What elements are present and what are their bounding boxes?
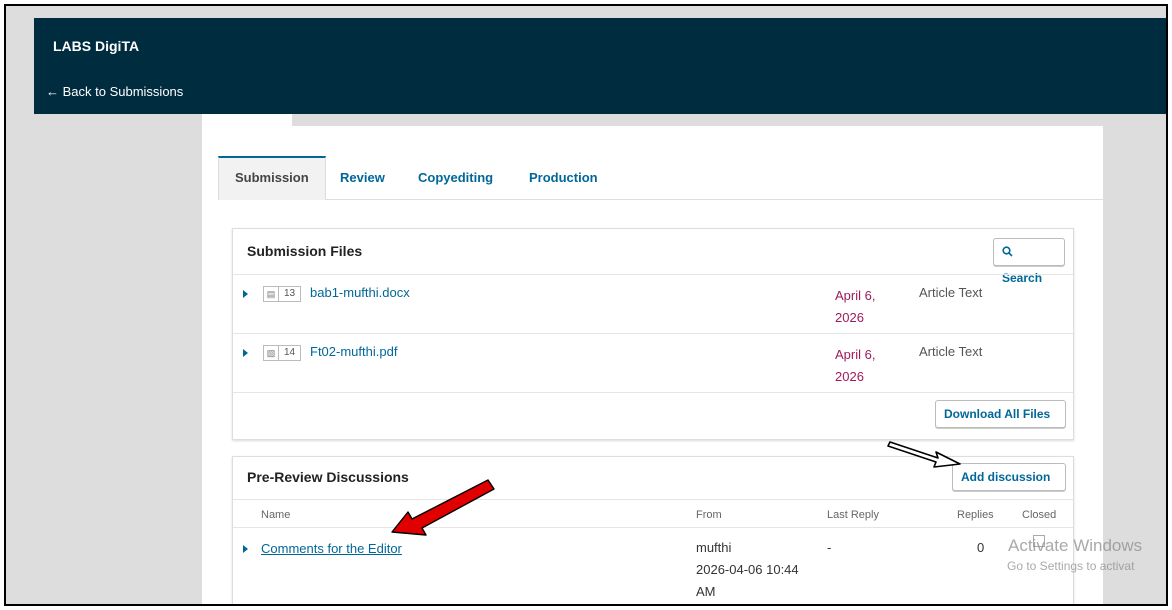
file-name-link[interactable]: bab1-mufthi.docx (310, 285, 410, 300)
left-gutter (34, 114, 196, 604)
file-type: Article Text (919, 344, 983, 359)
column-header-name: Name (261, 509, 291, 521)
column-header-last-reply: Last Reply (827, 509, 879, 521)
file-row: ▧ 14 Ft02-mufthi.pdf April 6, 2026 Artic… (233, 334, 1073, 392)
column-header-closed: Closed (1022, 509, 1057, 521)
file-type: Article Text (919, 285, 983, 300)
file-date: April 6, 2026 (835, 285, 895, 329)
submission-files-title: Submission Files (247, 243, 363, 259)
download-all-files-button[interactable]: Download All Files (935, 400, 1066, 428)
screenshot-frame: LABS DigiTA ← Back to Submissions Submis… (4, 4, 1168, 606)
submission-files-panel: Submission Files Search ▤ 13 bab1-mufthi… (232, 228, 1074, 440)
tab-production[interactable]: Production (529, 156, 598, 200)
watermark-line2: Go to Settings to activat (1007, 559, 1135, 573)
pre-review-discussions-panel: Pre-Review Discussions Add discussion Na… (232, 456, 1074, 604)
file-name-link[interactable]: Ft02-mufthi.pdf (310, 344, 397, 359)
workflow-panel: Submission Review Copyediting Production… (202, 126, 1103, 604)
from-time: AM (696, 584, 716, 599)
from-cell: mufthi 2026-04-06 10:44 AM (696, 537, 799, 603)
back-to-submissions-link[interactable]: ← Back to Submissions (46, 84, 183, 99)
divider (233, 392, 1073, 393)
expand-toggle[interactable] (243, 545, 248, 553)
divider (233, 527, 1073, 528)
discussions-title: Pre-Review Discussions (247, 469, 409, 485)
tab-stub (202, 114, 292, 126)
add-discussion-button[interactable]: Add discussion (952, 463, 1066, 491)
app-title: LABS DigiTA (53, 38, 140, 54)
expand-toggle[interactable] (243, 290, 248, 298)
workflow-area: Submission Review Copyediting Production… (196, 114, 1103, 604)
column-header-replies: Replies (957, 509, 994, 521)
tab-copyediting[interactable]: Copyediting (418, 156, 493, 200)
file-date-line1: April 6, (835, 347, 876, 362)
file-date-line2: 2026 (835, 369, 864, 384)
tab-review[interactable]: Review (340, 156, 385, 200)
doc-file-icon: ▤ (263, 286, 279, 302)
from-date: 2026-04-06 10:44 (696, 562, 799, 577)
column-header-from: From (696, 509, 722, 521)
divider (233, 499, 1073, 500)
pdf-file-icon: ▧ (263, 345, 279, 361)
file-id: 13 (279, 286, 301, 302)
file-date-line1: April 6, (835, 288, 876, 303)
last-reply-cell: - (827, 540, 832, 555)
search-icon (1002, 245, 1013, 259)
file-row: ▤ 13 bab1-mufthi.docx April 6, 2026 Arti… (233, 275, 1073, 333)
app-header: LABS DigiTA ← Back to Submissions (34, 18, 1166, 114)
right-gutter (1103, 114, 1166, 604)
from-user: mufthi (696, 540, 732, 555)
replies-cell: 0 (977, 540, 985, 555)
tab-submission[interactable]: Submission (218, 156, 326, 200)
watermark-line1: Activate Windows (1008, 536, 1143, 555)
workflow-tabs: Submission Review Copyediting Production (218, 156, 1103, 200)
expand-toggle[interactable] (243, 349, 248, 357)
discussion-link[interactable]: Comments for the Editor (261, 541, 402, 556)
file-date: April 6, 2026 (835, 344, 895, 388)
file-date-line2: 2026 (835, 310, 864, 325)
search-button[interactable]: Search (993, 238, 1065, 285)
file-id: 14 (279, 345, 301, 361)
